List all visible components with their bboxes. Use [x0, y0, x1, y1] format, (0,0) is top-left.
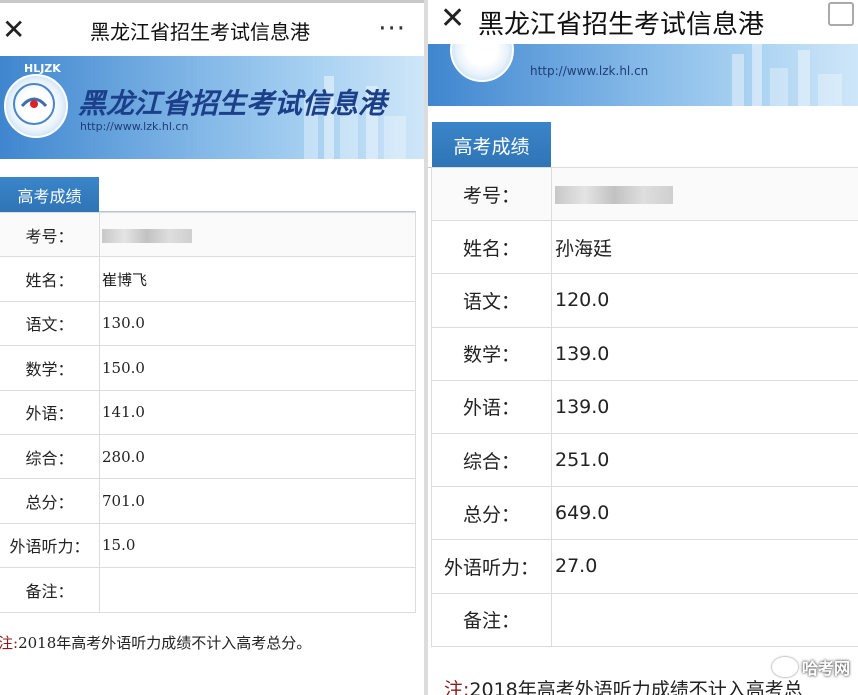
table-row-total: 总分： 701.0	[0, 478, 416, 524]
tab-gaokao-scores[interactable]: 高考成绩	[0, 177, 99, 212]
row-value: 孙海廷	[551, 220, 858, 275]
more-icon[interactable]: ···	[378, 14, 406, 44]
row-label: 外语：	[431, 379, 552, 434]
table-row-listening: 外语听力： 15.0	[0, 522, 416, 569]
row-label: 综合：	[431, 432, 552, 488]
row-value	[551, 592, 858, 647]
row-label: 备注：	[0, 567, 100, 613]
table-row-comprehensive: 综合： 280.0	[0, 433, 416, 480]
site-logo	[450, 44, 514, 82]
row-value: 崔博飞	[99, 256, 416, 302]
row-value: 15.0	[99, 522, 416, 569]
table-row-math: 数学： 139.0	[431, 326, 858, 381]
watermark: 哈考网	[771, 655, 850, 679]
row-value: 649.0	[551, 486, 858, 541]
row-label: 语文：	[0, 300, 100, 347]
row-label: 姓名：	[0, 256, 100, 302]
footnote-text: 2018年高考外语听力成绩不计入高考总	[469, 679, 803, 695]
table-row-comprehensive: 综合： 251.0	[431, 432, 858, 488]
table-row-total: 总分： 649.0	[431, 486, 858, 541]
row-value: 150.0	[99, 345, 416, 391]
site-url[interactable]: http://www.lzk.hl.cn	[530, 64, 648, 78]
row-value: 130.0	[99, 300, 416, 347]
score-table: 考号： 姓名： 孙海廷 语文： 120.0 数学： 139.0 外语： 139.…	[431, 166, 858, 647]
row-value: 139.0	[551, 379, 858, 434]
row-value: 251.0	[551, 432, 858, 488]
table-row-exam-id: 考号：	[431, 166, 858, 222]
row-label: 考号：	[431, 166, 552, 222]
table-row-foreign-language: 外语： 139.0	[431, 379, 858, 434]
table-row-chinese: 语文： 130.0	[0, 300, 416, 347]
row-value: 139.0	[551, 326, 858, 381]
row-value: 280.0	[99, 433, 416, 480]
row-value	[99, 567, 416, 613]
page-title: 黑龙江省招生考试信息港	[478, 10, 765, 40]
top-bar: ✕ 黑龙江省招生考试信息港 ···	[0, 0, 424, 56]
site-banner: HLJZK 黑龙江省招生考试信息港 http://www.lzk.hl.cn	[0, 56, 424, 159]
table-row-remarks: 备注：	[0, 567, 416, 613]
redacted-exam-id	[102, 228, 192, 243]
row-value	[551, 166, 858, 222]
site-url[interactable]: http://www.lzk.hl.cn	[80, 120, 188, 133]
row-value	[99, 211, 416, 258]
footnote-prefix: 注:	[444, 679, 470, 695]
row-label: 外语：	[0, 389, 100, 435]
row-label: 备注：	[431, 592, 552, 647]
footnote-text: 2018年高考外语听力成绩不计入高考总分。	[18, 634, 312, 652]
table-row-remarks: 备注：	[431, 592, 858, 647]
page-title: 黑龙江省招生考试信息港	[90, 20, 310, 44]
row-value: 701.0	[99, 478, 416, 524]
table-row-name: 姓名： 孙海廷	[431, 220, 858, 275]
skyline-decoration	[732, 44, 842, 106]
status-bar-remnant	[0, 0, 424, 3]
site-name: 黑龙江省招生考试信息港	[78, 87, 387, 120]
row-label: 语文：	[431, 273, 552, 328]
watermark-text: 哈考网	[801, 659, 850, 678]
row-label: 外语听力：	[0, 522, 100, 569]
logo-emblem-icon	[13, 83, 55, 125]
row-label: 总分：	[0, 478, 100, 524]
table-row-exam-id: 考号：	[0, 211, 416, 258]
logo-abbreviation: HLJZK	[24, 62, 61, 75]
tab-strip: 高考成绩	[428, 122, 858, 168]
site-logo	[4, 74, 68, 138]
redacted-exam-id	[555, 185, 673, 204]
table-row-chinese: 语文： 120.0	[431, 273, 858, 328]
table-row-listening: 外语听力： 27.0	[431, 539, 858, 594]
row-label: 考号：	[0, 211, 100, 258]
top-bar: ✕ 黑龙江省招生考试信息港	[428, 0, 858, 44]
footnote: 注:2018年高考外语听力成绩不计入高考总分。	[0, 632, 311, 653]
close-icon[interactable]: ✕	[440, 4, 465, 34]
site-banner: http://www.lzk.hl.cn	[428, 44, 858, 106]
right-screenshot: ✕ 黑龙江省招生考试信息港 http://www.lzk.hl.cn 高考成绩 …	[428, 0, 858, 695]
row-value: 141.0	[99, 389, 416, 435]
wechat-icon	[771, 657, 798, 677]
row-label: 综合：	[0, 433, 100, 480]
row-label: 数学：	[431, 326, 552, 381]
row-label: 总分：	[431, 486, 552, 541]
row-label: 数学：	[0, 345, 100, 391]
table-row-foreign-language: 外语： 141.0	[0, 389, 416, 435]
row-value: 27.0	[551, 539, 858, 594]
close-icon[interactable]: ✕	[2, 16, 25, 44]
row-label: 外语听力：	[431, 539, 552, 594]
score-table: 考号： 姓名： 崔博飞 语文： 130.0 数学： 150.0 外语： 141.…	[0, 211, 416, 613]
left-screenshot: ✕ 黑龙江省招生考试信息港 ··· HLJZK 黑龙江省招生考试信息港 http…	[0, 0, 424, 695]
table-row-math: 数学： 150.0	[0, 345, 416, 391]
window-icon[interactable]	[828, 2, 854, 26]
footnote-prefix: 注:	[0, 634, 19, 652]
table-row-name: 姓名： 崔博飞	[0, 256, 416, 302]
footnote: 注:2018年高考外语听力成绩不计入高考总	[444, 675, 803, 695]
tab-strip: 高考成绩	[0, 177, 416, 212]
tab-gaokao-scores[interactable]: 高考成绩	[432, 122, 551, 168]
row-value: 120.0	[551, 273, 858, 328]
row-label: 姓名：	[431, 220, 552, 275]
